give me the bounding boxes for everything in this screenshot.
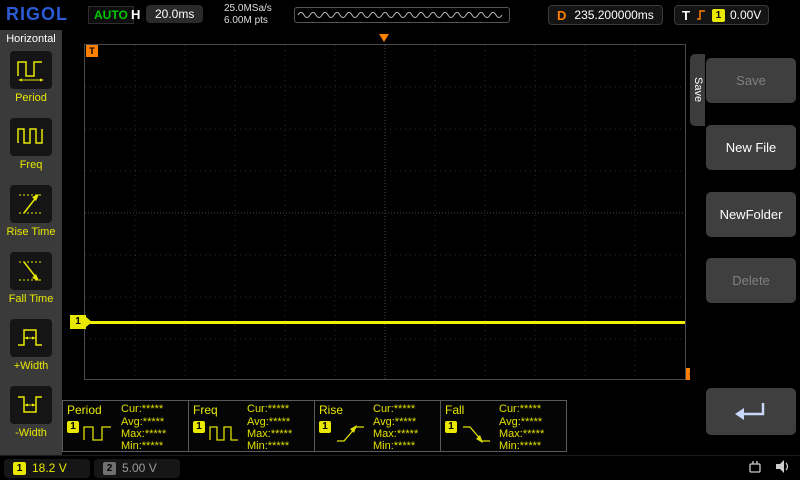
measurement-name: Period — [67, 403, 102, 417]
sidebar-item-minus-width[interactable]: -Width — [0, 383, 62, 450]
trigger-readout: T 1 0.00V — [674, 5, 770, 25]
sidebar-item-plus-width[interactable]: +Width — [0, 316, 62, 383]
trigger-level-value: 0.00V — [729, 8, 762, 22]
measurement-channel-badge: 1 — [445, 421, 457, 433]
sidebar-item-period[interactable]: Period — [0, 48, 62, 115]
horizontal-label: H — [131, 7, 141, 22]
measurement-minimum: Min:***** — [373, 440, 416, 452]
measure-sidebar: Horizontal Period Freq Rise Time Fall Ti… — [0, 30, 62, 455]
measurement-minimum: Min:***** — [121, 440, 164, 452]
measurement-panel-freq[interactable]: Freq 1 Cur:***** Avg:***** Max:***** Min… — [188, 400, 315, 452]
measurement-minimum: Min:***** — [499, 440, 542, 452]
save-button[interactable]: Save — [706, 58, 796, 103]
preview-waveform-icon — [297, 12, 503, 18]
usb-icon — [749, 461, 761, 473]
freq-icon — [10, 118, 52, 156]
fall-meas-icon — [460, 420, 494, 451]
measurement-current: Cur:***** — [247, 403, 290, 415]
minus-width-icon — [10, 386, 52, 424]
channel2-scale: 5.00 V — [122, 461, 157, 475]
measurement-panel-fall[interactable]: Fall 1 Cur:***** Avg:***** Max:***** Min… — [440, 400, 567, 452]
measurement-bar: Period 1 Cur:***** Avg:***** Max:***** M… — [62, 400, 567, 452]
softkey-menu: Save Save New File NewFolder Delete — [690, 30, 800, 455]
sidebar-item-freq[interactable]: Freq — [0, 115, 62, 182]
period-meas-icon — [82, 420, 116, 451]
channel1-status[interactable]: 1 18.2 V — [4, 458, 90, 478]
delay-readout: D 235.200000ms — [548, 5, 663, 25]
measurement-maximum: Max:***** — [373, 428, 419, 440]
measurement-average: Avg:***** — [121, 416, 165, 428]
new-folder-button[interactable]: NewFolder — [706, 192, 796, 237]
run-state-badge: AUTO — [88, 6, 134, 24]
enter-arrow-icon — [735, 402, 765, 420]
trigger-t-marker[interactable]: T — [86, 45, 98, 57]
measurement-panel-period[interactable]: Period 1 Cur:***** Avg:***** Max:***** M… — [62, 400, 189, 452]
trigger-edge-icon — [696, 10, 705, 20]
ch1-level-marker[interactable]: 1 — [70, 315, 92, 329]
sidebar-item-label: +Width — [13, 360, 49, 372]
channel-status-bar: 1 18.2 V 2 5.00 V — [0, 455, 800, 480]
system-tray — [746, 459, 792, 474]
channel1-scale: 18.2 V — [32, 461, 67, 475]
measurement-name: Rise — [319, 403, 344, 417]
rigol-logo: RIGOL — [6, 4, 68, 24]
sidebar-item-label: -Width — [15, 427, 47, 439]
timebase-value[interactable]: 20.0ms — [146, 5, 204, 23]
graticule — [85, 45, 685, 379]
measurement-average: Avg:***** — [373, 416, 417, 428]
rise-meas-icon — [334, 420, 368, 451]
sidebar-item-fall-time[interactable]: Fall Time — [0, 249, 62, 316]
menu-tab-save[interactable]: Save — [690, 54, 705, 126]
channel1-badge: 1 — [13, 461, 26, 475]
measurement-panel-rise[interactable]: Rise 1 Cur:***** Avg:***** Max:***** Min… — [314, 400, 441, 452]
measurement-current: Cur:***** — [499, 403, 542, 415]
new-file-button[interactable]: New File — [706, 125, 796, 170]
measurement-average: Avg:***** — [247, 416, 291, 428]
sidebar-item-rise-time[interactable]: Rise Time — [0, 182, 62, 249]
measurement-channel-badge: 1 — [67, 421, 79, 433]
top-status-bar: RIGOL AUTO H 20.0ms 25.0MSa/s 6.00M pts … — [0, 0, 800, 30]
back-button[interactable] — [706, 388, 796, 435]
measurement-current: Cur:***** — [121, 403, 164, 415]
ch1-trace — [85, 321, 685, 324]
sidebar-item-label: Period — [15, 92, 47, 104]
memory-waveform-preview[interactable] — [294, 7, 510, 23]
measurement-name: Freq — [193, 403, 218, 417]
fall-time-icon — [10, 252, 52, 290]
plus-width-icon — [10, 319, 52, 357]
delete-button[interactable]: Delete — [706, 258, 796, 303]
measurement-channel-badge: 1 — [319, 421, 331, 433]
channel2-status[interactable]: 2 5.00 V — [94, 458, 180, 478]
sidebar-item-label: Rise Time — [6, 226, 56, 238]
measurement-maximum: Max:***** — [499, 428, 545, 440]
waveform-display — [84, 44, 686, 380]
measurement-name: Fall — [445, 403, 465, 417]
sample-rate: 25.0MSa/s — [224, 3, 272, 14]
measurement-minimum: Min:***** — [247, 440, 290, 452]
measurement-current: Cur:***** — [373, 403, 416, 415]
measure-category-title[interactable]: Horizontal — [0, 30, 62, 48]
memory-depth: 6.00M pts — [224, 15, 268, 26]
measurement-average: Avg:***** — [499, 416, 543, 428]
channel2-badge: 2 — [103, 461, 116, 475]
trigger-label: T — [682, 7, 690, 23]
delay-label: D — [557, 7, 567, 23]
measurement-maximum: Max:***** — [121, 428, 167, 440]
sidebar-item-label: Freq — [19, 159, 43, 171]
delay-value: 235.200000ms — [574, 8, 654, 22]
measurement-channel-badge: 1 — [193, 421, 205, 433]
sidebar-item-label: Fall Time — [8, 293, 54, 305]
trigger-position-icon[interactable] — [379, 34, 389, 42]
freq-meas-icon — [208, 420, 242, 451]
speaker-icon — [776, 460, 789, 473]
sample-rate-block: 25.0MSa/s 6.00M pts — [224, 3, 272, 27]
trigger-channel-badge: 1 — [711, 8, 725, 22]
measurement-maximum: Max:***** — [247, 428, 293, 440]
rise-time-icon — [10, 185, 52, 223]
period-icon — [10, 51, 52, 89]
